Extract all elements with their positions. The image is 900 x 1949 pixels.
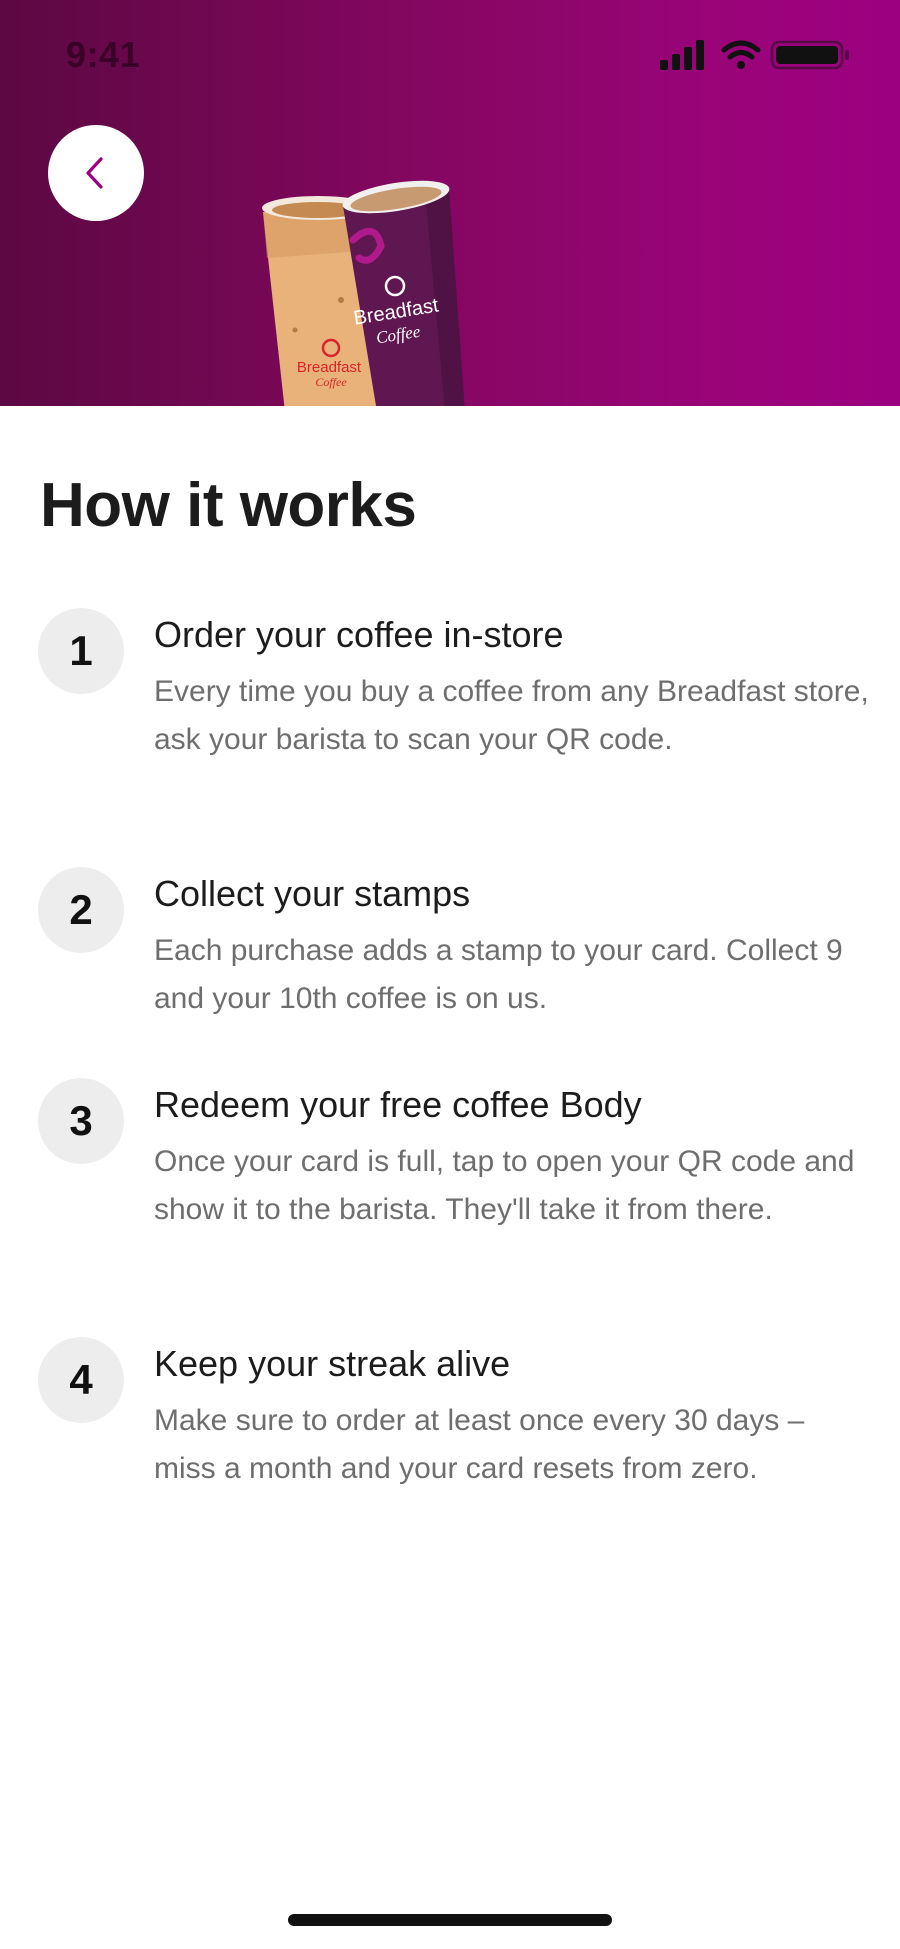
status-icons <box>660 40 849 70</box>
step-number-badge: 2 <box>38 867 124 953</box>
step-number-badge: 3 <box>38 1078 124 1164</box>
step-description: Each purchase adds a stamp to your card.… <box>154 934 843 1015</box>
step-title: Redeem your free coffee Body <box>154 1084 642 1125</box>
step-title: Collect your stamps <box>154 873 471 914</box>
status-bar: 9:41 <box>0 0 900 110</box>
step-description: Once your card is full, tap to open your… <box>154 1145 855 1226</box>
home-indicator <box>288 1914 612 1926</box>
step-title: Order your coffee in-store <box>154 614 564 655</box>
battery-icon <box>770 40 849 70</box>
chevron-left-icon <box>86 157 103 189</box>
step-number-badge: 1 <box>38 608 124 694</box>
page-title: How it works <box>40 471 417 540</box>
step-number-badge: 4 <box>38 1337 124 1423</box>
cup-left-brand: Breadfast <box>297 359 362 376</box>
step-description: Make sure to order at least once every 3… <box>154 1404 805 1485</box>
back-button[interactable] <box>48 125 144 221</box>
step-description: Every time you buy a coffee from any Bre… <box>154 675 869 756</box>
signal-icon <box>660 40 704 70</box>
step-title: Keep your streak alive <box>154 1343 511 1384</box>
coffee-cups-image: Breadfast Coffee Breadfast Coffee <box>262 180 465 406</box>
status-time: 9:41 <box>66 34 141 75</box>
header-banner: 9:41 Breadfast Coffee Breadfast Coffee <box>0 0 900 406</box>
cup-left-sub: Coffee <box>315 375 347 389</box>
wifi-icon <box>721 40 761 69</box>
